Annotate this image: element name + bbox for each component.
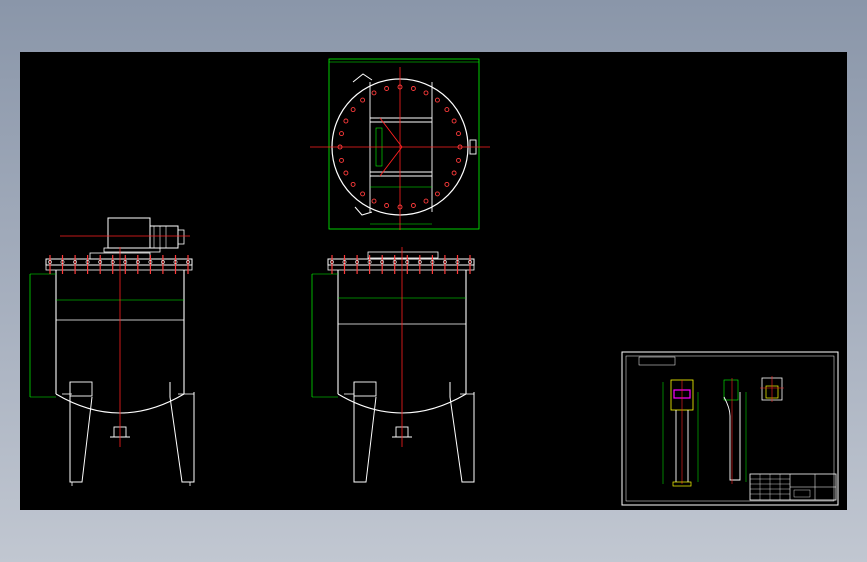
bolt-hole (451, 118, 457, 124)
bolt-hole (444, 107, 450, 113)
bolt-hole (339, 131, 344, 137)
bolt-hole (451, 170, 457, 176)
bolt-hole (434, 97, 440, 103)
front-view-section (311, 247, 475, 483)
bolt-hole (343, 118, 349, 124)
top-view (310, 58, 490, 230)
cad-drawing-canvas[interactable] (20, 52, 847, 510)
detail-sheet (621, 351, 839, 506)
bolt-hole (456, 157, 461, 163)
bolt-hole (350, 181, 356, 187)
front-view-with-motor (29, 217, 195, 486)
bolt-hole (434, 191, 440, 197)
bolt-hole (371, 90, 377, 96)
bolt-hole (371, 198, 377, 204)
bolt-hole (410, 86, 416, 91)
top-view-dimension-frame (328, 58, 480, 230)
bolt-hole (343, 170, 349, 176)
gearbox (107, 217, 151, 249)
bolt-hole (456, 131, 461, 137)
bolt-hole (360, 191, 366, 197)
bolt-hole (423, 90, 429, 96)
bolt-hole (384, 86, 390, 91)
bolt-hole (423, 198, 429, 204)
title-block (749, 473, 837, 501)
bolt-hole (339, 157, 344, 163)
bolt-hole (410, 203, 416, 208)
bolt-hole (360, 97, 366, 103)
bolt-hole (384, 203, 390, 208)
bolt-hole (350, 107, 356, 113)
cad-drawing (29, 58, 839, 506)
bolt-hole (444, 181, 450, 187)
